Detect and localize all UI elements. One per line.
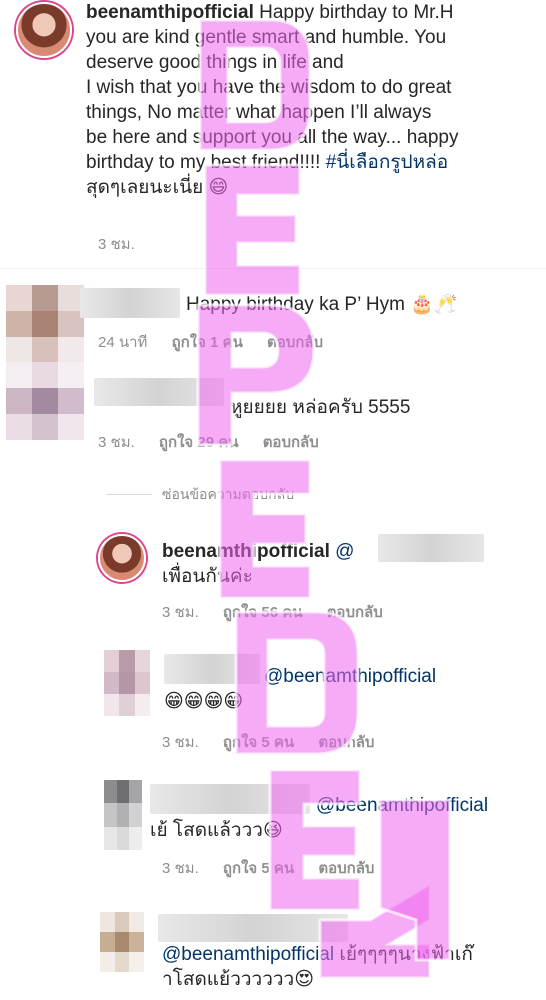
caption-avatar[interactable] xyxy=(16,2,72,58)
caption-line: things, No matter what happen I’ll alway… xyxy=(86,102,432,123)
reply-2-likes[interactable]: ถูกใจ 5 คน xyxy=(223,734,294,751)
reply-2-meta: 3 ชม. ถูกใจ 5 คน ตอบกลับ xyxy=(162,730,374,754)
reply-1-meta: 3 ชม. ถูกใจ 56 คน ตอบกลับ xyxy=(162,600,383,624)
reply-4-username-blurred[interactable] xyxy=(158,914,348,942)
reply-2-avatar[interactable] xyxy=(104,650,150,716)
reply-2-mention[interactable]: @beenamthipofficial xyxy=(264,666,436,687)
comment-1-time: 24 นาที xyxy=(98,334,148,351)
reply-1-avatar[interactable] xyxy=(98,534,146,582)
reply-4-body-line1: เย้ๆๆๆๆนางฟ้าเก๊ xyxy=(339,944,473,965)
reply-2-reply-button[interactable]: ตอบกลับ xyxy=(318,734,374,751)
caption-time: 3 ชม. xyxy=(98,236,135,253)
caption-line: birthday to my best friend!!!! xyxy=(86,152,326,173)
comment-2-time: 3 ชม. xyxy=(98,434,135,451)
reply-1-username[interactable]: beenamthipofficial xyxy=(162,541,330,562)
comment-1-likes[interactable]: ถูกใจ 1 คน xyxy=(172,334,243,351)
hide-replies-button[interactable]: ซ่อนข้อความตอบกลับ xyxy=(162,484,294,506)
reply-3-time: 3 ชม. xyxy=(162,860,199,877)
caption-hashtag[interactable]: #นี่เลือกรูปหล่อ xyxy=(326,152,448,173)
comment-1-avatar[interactable] xyxy=(6,285,84,363)
reply-1-likes[interactable]: ถูกใจ 56 คน xyxy=(223,604,303,621)
comment-2-text: หูยยยย หล่อครับ 5555 xyxy=(230,397,411,418)
comment-1-meta: 24 นาที ถูกใจ 1 คน ตอบกลับ xyxy=(98,330,323,354)
comment-2-meta: 3 ชม. ถูกใจ 29 คน ตอบกลับ xyxy=(98,430,319,454)
reply-3-likes[interactable]: ถูกใจ 5 คน xyxy=(223,860,294,877)
comment-1-text: Happy birthday ka P’ Hym 🎂🥂 xyxy=(186,294,458,315)
reply-4-avatar[interactable] xyxy=(100,912,144,972)
reply-3-meta: 3 ชม. ถูกใจ 5 คน ตอบกลับ xyxy=(162,856,374,880)
comment-2-likes[interactable]: ถูกใจ 29 คน xyxy=(159,434,239,451)
reply-3-avatar[interactable] xyxy=(104,780,142,850)
reply-2-body: 😁😁😁😁 xyxy=(164,691,244,712)
reply-1-time: 3 ชม. xyxy=(162,604,199,621)
reply-1-body: เพื่อนกันค่ะ xyxy=(162,566,253,587)
reply-4-body-line2: าโสดแย้วววววว😍 xyxy=(162,969,315,990)
comment-2-username-blurred[interactable] xyxy=(94,378,224,406)
caption-line: be here and support you all the way... h… xyxy=(86,127,459,148)
hide-replies-line xyxy=(106,494,152,495)
reply-3-text: @beenamthipofficial เย้ โสดแล้ววว😆 xyxy=(150,793,540,843)
reply-2-time: 3 ชม. xyxy=(162,734,199,751)
caption-username[interactable]: beenamthipofficial xyxy=(86,2,254,23)
caption-line: you are kind gentle smart and humble. Yo… xyxy=(86,27,447,48)
comment-1-reply-button[interactable]: ตอบกลับ xyxy=(267,334,323,351)
caption-line: I wish that you have the wisdom to do gr… xyxy=(86,77,452,98)
caption-text: beenamthipofficial Happy birthday to Mr.… xyxy=(86,0,542,200)
reply-1-mention-blurred[interactable] xyxy=(378,534,484,562)
comment-1-username-blurred[interactable] xyxy=(80,288,180,318)
comment-2-avatar[interactable] xyxy=(6,362,84,440)
reply-3-reply-button[interactable]: ตอบกลับ xyxy=(318,860,374,877)
reply-3-mention[interactable]: @beenamthipofficial xyxy=(316,795,488,816)
caption-line: Happy birthday to Mr.H xyxy=(259,2,454,23)
reply-1-mention[interactable]: @ xyxy=(335,541,354,562)
reply-1-text: beenamthipofficial @ เพื่อนกันค่ะ xyxy=(162,539,542,589)
caption-line: สุดๆเลยนะเนี่ย 😄 xyxy=(86,177,229,198)
section-separator xyxy=(0,268,546,269)
comment-2-reply-button[interactable]: ตอบกลับ xyxy=(263,434,319,451)
reply-2-text: @beenamthipofficial 😁😁😁😁 xyxy=(164,664,534,714)
reply-1-reply-button[interactable]: ตอบกลับ xyxy=(327,604,383,621)
reply-4-mention[interactable]: @beenamthipofficial xyxy=(162,944,334,965)
reply-4-text: @beenamthipofficial เย้ๆๆๆๆนางฟ้าเก๊ าโส… xyxy=(162,942,542,992)
reply-3-body: เย้ โสดแล้ววว😆 xyxy=(150,820,283,841)
caption-line: deserve good things in life and xyxy=(86,52,344,73)
